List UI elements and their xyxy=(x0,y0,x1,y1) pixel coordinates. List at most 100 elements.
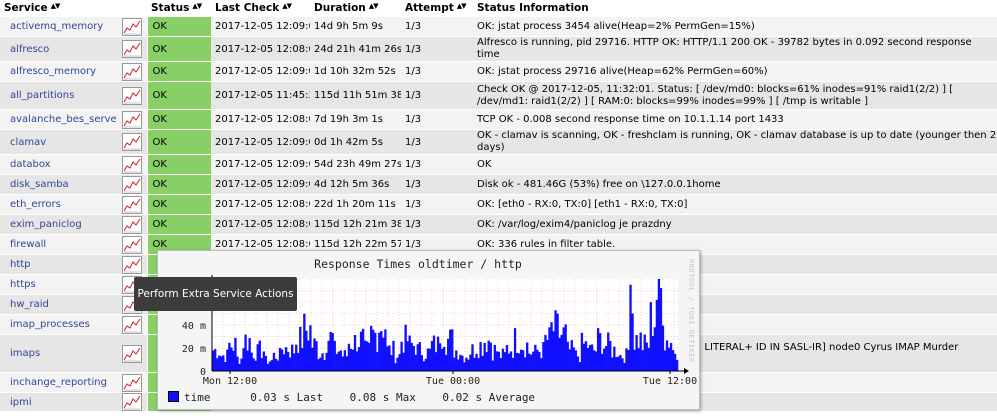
graph-icon[interactable] xyxy=(121,133,142,151)
service-link[interactable]: http xyxy=(4,259,31,270)
graph-icon[interactable] xyxy=(121,110,142,129)
series-bar xyxy=(635,335,638,371)
graph-icon[interactable] xyxy=(121,195,142,214)
service-link[interactable]: hw_raid xyxy=(4,299,49,310)
sort-arrows-icon[interactable]: ▲▼ xyxy=(282,2,292,10)
sort-arrows-icon[interactable]: ▲▼ xyxy=(457,2,467,10)
graph-icon[interactable] xyxy=(121,393,142,411)
last-check-cell: 2017-12-05 12:08:03 xyxy=(211,109,310,130)
series-bar xyxy=(329,331,332,371)
series-bar xyxy=(361,328,365,371)
series-bar xyxy=(566,341,569,371)
service-link[interactable]: imap_processes xyxy=(4,319,90,330)
series-bar xyxy=(370,325,373,371)
service-link[interactable]: alfresco_memory xyxy=(4,66,96,77)
col-status[interactable]: Status ▲▼ xyxy=(147,0,211,17)
series-bar xyxy=(548,327,551,371)
series-bar xyxy=(611,357,614,371)
series-bar xyxy=(499,357,503,371)
graph-icon[interactable] xyxy=(121,255,142,274)
series-bar xyxy=(503,352,507,371)
service-link[interactable]: activemq_memory xyxy=(4,21,103,32)
series-bar xyxy=(376,352,379,371)
service-link[interactable]: avalanche_bes_server xyxy=(4,114,117,125)
series-bar xyxy=(311,347,314,371)
series-bar xyxy=(560,334,563,371)
series-bar xyxy=(485,352,488,371)
series-bar xyxy=(307,340,310,371)
x-tick-label: Tue 12:00 xyxy=(643,376,697,387)
graph-icon[interactable] xyxy=(121,86,142,105)
series-bar xyxy=(317,359,320,371)
series-bar xyxy=(445,354,448,371)
table-row: clamav OK2017-12-05 12:09:040d 1h 42m 5s1… xyxy=(0,129,997,155)
graph-icon[interactable] xyxy=(121,373,142,392)
series-bar xyxy=(341,356,344,371)
series-bar xyxy=(667,347,671,371)
series-bar xyxy=(368,342,371,371)
series-bar xyxy=(509,351,513,371)
graph-icon[interactable] xyxy=(121,17,142,36)
col-last-check[interactable]: Last Check ▲▼ xyxy=(211,0,310,17)
service-link[interactable]: https xyxy=(4,279,36,290)
service-link[interactable]: alfresco xyxy=(4,44,49,55)
service-link[interactable]: exim_paniclog xyxy=(4,219,82,230)
series-bar xyxy=(489,342,492,371)
series-bar xyxy=(505,345,509,371)
col-duration[interactable]: Duration ▲▼ xyxy=(310,0,401,17)
service-cell: https xyxy=(0,274,117,295)
col-service[interactable]: Service ▲▼ xyxy=(0,0,147,17)
last-check-cell: 2017-12-05 12:09:06 xyxy=(211,154,310,175)
graph-icon[interactable] xyxy=(121,40,142,58)
graph-icon[interactable] xyxy=(121,344,142,363)
series-bar xyxy=(669,342,673,371)
status-info-cell: Alfresco is running, pid 29716. HTTP OK:… xyxy=(473,36,997,62)
service-link[interactable]: ipmi xyxy=(4,397,32,408)
series-bar xyxy=(639,332,642,371)
sort-arrows-icon[interactable]: ▲▼ xyxy=(192,2,202,10)
series-bar xyxy=(588,345,592,371)
series-bar xyxy=(572,347,575,371)
series-bar xyxy=(511,357,515,371)
service-cell: databox xyxy=(0,154,117,175)
series-bar xyxy=(238,363,241,371)
series-bar xyxy=(276,360,280,371)
series-bar xyxy=(384,329,387,371)
duration-cell: 24d 21h 41m 26s xyxy=(310,36,401,62)
series-bar xyxy=(234,337,237,371)
series-bar xyxy=(570,340,573,371)
col-attempt[interactable]: Attempt ▲▼ xyxy=(401,0,473,17)
service-link[interactable]: firewall xyxy=(4,239,46,250)
graph-icon[interactable] xyxy=(121,315,142,334)
series-bar xyxy=(254,360,257,371)
series-bar xyxy=(568,349,571,371)
graph-icon[interactable] xyxy=(121,155,142,174)
series-bar xyxy=(517,353,521,371)
series-bar xyxy=(495,351,498,371)
series-bar xyxy=(574,350,577,371)
series-bar xyxy=(554,310,557,371)
sort-arrows-icon[interactable]: ▲▼ xyxy=(369,2,379,10)
service-link[interactable]: disk_samba xyxy=(4,179,69,190)
extra-actions-tooltip: Perform Extra Service Actions xyxy=(134,277,297,311)
series-bar xyxy=(424,358,428,371)
service-link[interactable]: all_partitions xyxy=(4,90,74,101)
series-bar xyxy=(248,338,251,371)
series-bar xyxy=(246,350,249,371)
service-link[interactable]: eth_errors xyxy=(4,199,61,210)
series-bar xyxy=(578,362,582,371)
graph-icon[interactable] xyxy=(121,235,142,254)
graph-icon[interactable] xyxy=(121,175,142,194)
series-bar xyxy=(519,349,523,371)
sort-arrows-icon[interactable]: ▲▼ xyxy=(51,2,61,10)
status-badge: OK xyxy=(146,109,211,130)
service-link[interactable]: databox xyxy=(4,159,51,170)
graph-icon[interactable] xyxy=(121,62,142,81)
series-bar xyxy=(260,358,263,371)
graph-icon[interactable] xyxy=(121,215,142,234)
service-link[interactable]: clamav xyxy=(4,137,46,148)
series-bar xyxy=(601,353,604,371)
service-link[interactable]: inchange_reporting xyxy=(4,377,107,388)
series-bar xyxy=(349,348,353,371)
service-link[interactable]: imaps xyxy=(4,348,40,359)
